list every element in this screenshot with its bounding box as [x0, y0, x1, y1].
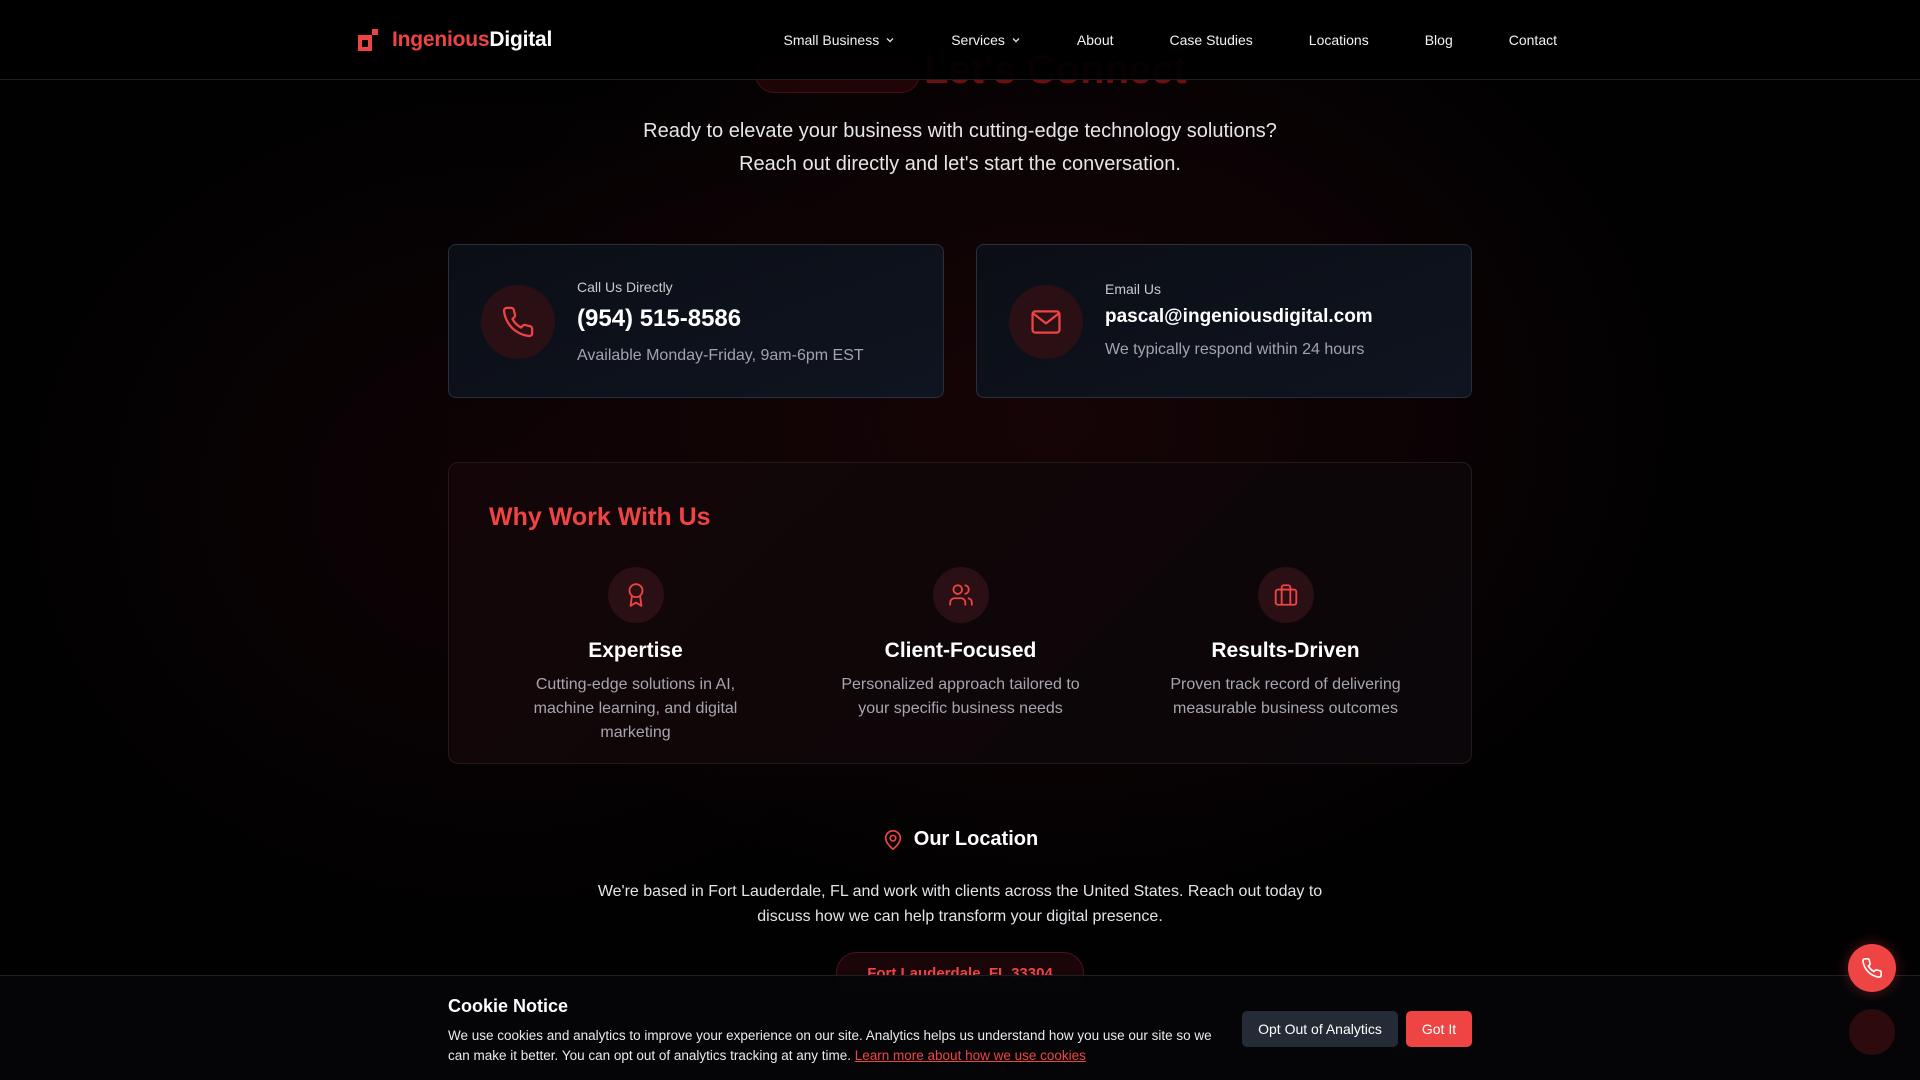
cookie-title: Cookie Notice — [448, 996, 569, 1016]
users-icon — [932, 567, 989, 623]
feature-heading: Client-Focused — [884, 639, 1037, 662]
email-address[interactable]: pascal@ingeniousdigital.com — [1105, 306, 1373, 328]
feature-text: Cutting-edge solutions in AI, machine le… — [533, 676, 738, 741]
feature-text: Personalized approach tailored to your s… — [841, 676, 1080, 717]
nav-services[interactable]: Services — [923, 32, 1049, 48]
location-text: We're based in Fort Lauderdale, FL and w… — [597, 883, 1323, 925]
phone-icon — [481, 285, 555, 359]
opt-out-analytics-button[interactable]: Opt Out of Analytics — [1242, 1011, 1398, 1047]
nav-small-business[interactable]: Small Business — [756, 32, 924, 48]
main-menu: Small Business Services About Case Studi… — [756, 0, 1557, 80]
floating-call-button[interactable] — [1848, 944, 1896, 992]
email-response-time: We typically respond within 24 hours — [1105, 341, 1365, 358]
nav-about[interactable]: About — [1049, 32, 1142, 48]
got-it-button[interactable]: Got It — [1406, 1011, 1472, 1047]
feature-heading: Results-Driven — [1211, 639, 1360, 662]
logo[interactable]: IngeniousDigital — [358, 25, 552, 55]
email-card[interactable]: Email Us pascal@ingeniousdigital.com We … — [976, 244, 1472, 398]
map-pin-icon — [884, 829, 901, 850]
feature-text: Proven track record of delivering measur… — [1170, 676, 1401, 717]
nav-contact[interactable]: Contact — [1481, 32, 1557, 48]
email-label: Email Us — [1105, 281, 1162, 297]
feature-client-focused: Client-Focused Personalized approach tai… — [798, 567, 1123, 721]
location-heading: Our Location — [0, 828, 1920, 851]
cookie-learn-more-link[interactable]: Learn more about how we use cookies — [855, 1048, 1086, 1063]
briefcase-icon — [1257, 567, 1314, 623]
why-work-with-us: Why Work With Us Expertise Cutting-edge … — [448, 462, 1472, 764]
floating-secondary-button[interactable] — [1849, 1009, 1895, 1055]
phone-card[interactable]: Call Us Directly (954) 515-8586 Availabl… — [448, 244, 944, 398]
phone-label: Call Us Directly — [577, 279, 673, 295]
nav-case-studies[interactable]: Case Studies — [1142, 32, 1281, 48]
hero-subtitle: Ready to elevate your business with cutt… — [643, 120, 1277, 175]
logo-icon — [358, 29, 378, 51]
feature-results-driven: Results-Driven Proven track record of de… — [1123, 567, 1448, 721]
award-icon — [607, 567, 664, 623]
phone-number[interactable]: (954) 515-8586 — [577, 305, 864, 333]
nav-locations[interactable]: Locations — [1281, 32, 1397, 48]
section-title: Why Work With Us — [489, 503, 711, 531]
chevron-down-icon — [886, 38, 894, 43]
feature-expertise: Expertise Cutting-edge solutions in AI, … — [473, 567, 798, 745]
feature-heading: Expertise — [588, 639, 683, 662]
brand-name: IngeniousDigital — [392, 28, 553, 51]
phone-hours: Available Monday-Friday, 9am-6pm EST — [577, 347, 864, 364]
top-navigation: IngeniousDigital Small Business Services… — [0, 0, 1920, 80]
nav-blog[interactable]: Blog — [1397, 32, 1481, 48]
cookie-text: We use cookies and analytics to improve … — [448, 1028, 1212, 1063]
phone-icon — [1862, 958, 1882, 978]
cookie-banner: Cookie Notice We use cookies and analyti… — [0, 975, 1920, 1080]
chevron-down-icon — [1012, 38, 1020, 43]
mail-icon — [1009, 285, 1083, 359]
